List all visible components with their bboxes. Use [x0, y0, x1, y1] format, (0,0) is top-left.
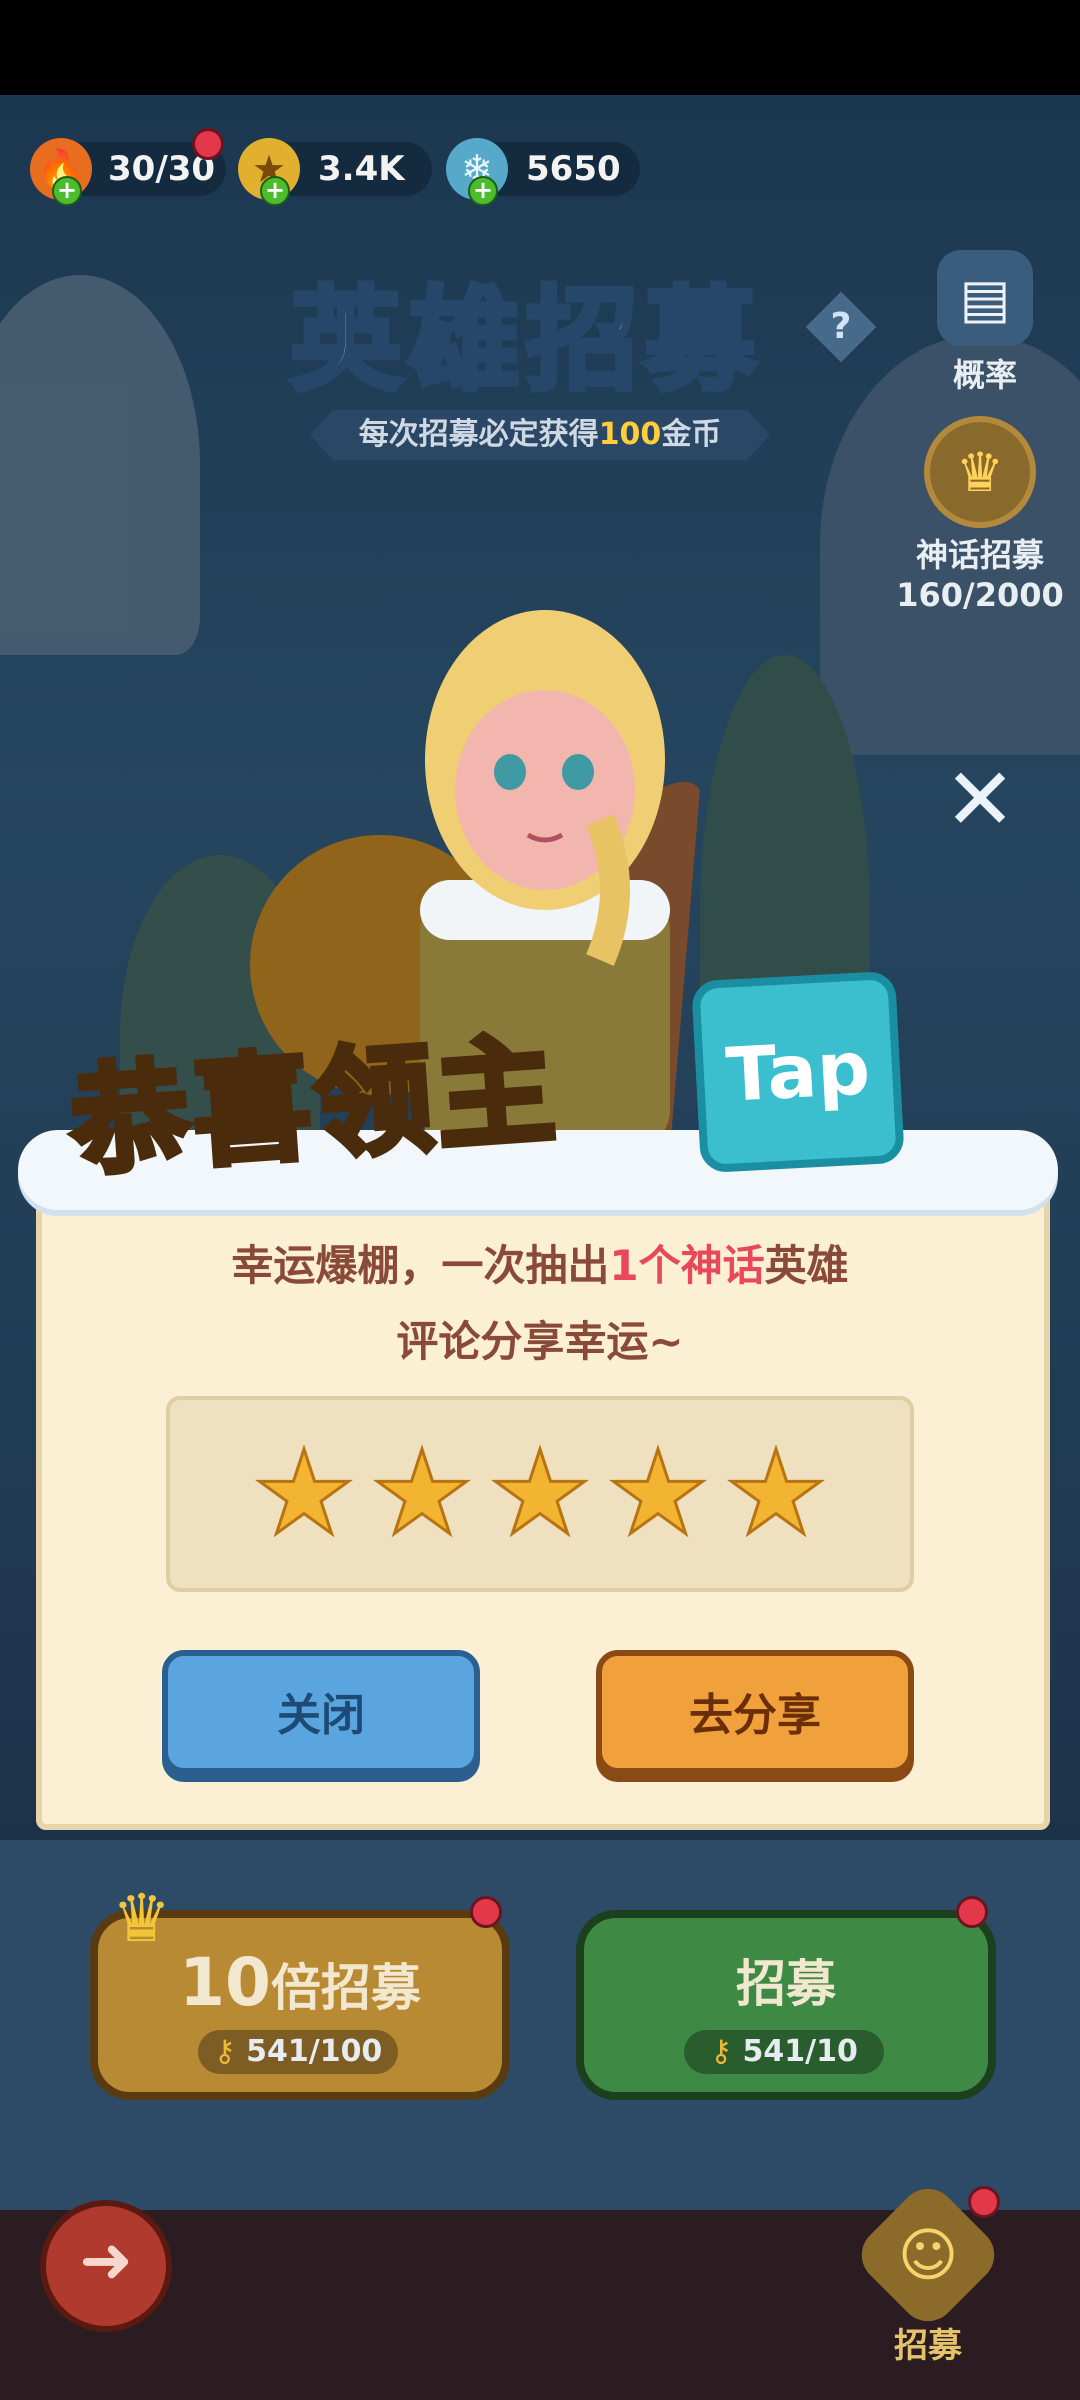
- close-button[interactable]: 关闭: [162, 1650, 480, 1774]
- myth-recruit-button[interactable]: ♛ 神话招募 160/2000: [890, 416, 1070, 614]
- notification-dot: [968, 2186, 1000, 2218]
- message-highlight: 1个神话: [609, 1241, 765, 1290]
- back-button[interactable]: ➜: [40, 2200, 172, 2332]
- subtitle-suffix: 金币: [661, 417, 722, 452]
- key-icon: ⚷: [213, 2034, 247, 2069]
- taptap-logo: Tap: [691, 970, 905, 1174]
- notification-dot: [192, 128, 224, 160]
- odds-label: 概率: [952, 356, 1017, 394]
- page-title: 英雄招募: [288, 274, 762, 409]
- single-recruit-label: 招募: [736, 1955, 836, 2013]
- ten-recruit-number: 10: [179, 1944, 271, 2021]
- share-button[interactable]: 去分享: [596, 1650, 914, 1774]
- status-bar: [0, 0, 1080, 95]
- single-recruit-button[interactable]: 招募 ⚷ 541/10: [576, 1910, 996, 2100]
- ten-recruit-cost-value: 541/100: [246, 2034, 383, 2069]
- subtitle-prefix: 每次招募必定获得: [358, 417, 599, 452]
- ten-recruit-cost: ⚷ 541/100: [198, 2030, 398, 2074]
- message-prefix: 幸运爆棚，一次抽出: [231, 1241, 610, 1290]
- document-icon: ▤: [937, 250, 1033, 346]
- notification-dot: [470, 1896, 502, 1928]
- nav-recruit-tab[interactable]: ☺ 招募: [850, 2177, 1006, 2367]
- subtitle-amount: 100: [598, 417, 662, 452]
- dialog-banner: 恭喜领主: [64, 1017, 566, 1195]
- question-icon: ?: [830, 306, 852, 347]
- gems-value: 5650: [526, 149, 621, 189]
- shield-badge-icon: ♛: [924, 416, 1036, 528]
- dialog-message-line2: 评论分享幸运~: [396, 1317, 684, 1366]
- single-recruit-cost: ⚷ 541/10: [684, 2030, 884, 2074]
- notification-dot: [956, 1896, 988, 1928]
- ten-recruit-text: 倍招募: [270, 1959, 421, 2017]
- star-icon[interactable]: ★: [369, 1434, 476, 1553]
- nav-recruit-label: 招募: [894, 2326, 962, 2366]
- star-icon[interactable]: ★: [487, 1434, 594, 1553]
- star-icon[interactable]: ★: [723, 1434, 830, 1553]
- star-rating[interactable]: ★ ★ ★ ★ ★: [166, 1396, 914, 1592]
- single-recruit-cost-value: 541/10: [742, 2034, 858, 2069]
- game-screen: 30/30 🔥 + 3.4K ★ + 5650 ❄ + 英雄招募 ? 每次招募必…: [0, 0, 1080, 2400]
- add-stamina-icon[interactable]: +: [52, 176, 82, 206]
- dialog-message: 幸运爆棚，一次抽出1个神话英雄: [0, 1232, 1080, 1293]
- add-gems-icon[interactable]: +: [468, 176, 498, 206]
- add-gold-icon[interactable]: +: [260, 176, 290, 206]
- star-icon[interactable]: ★: [251, 1434, 358, 1553]
- close-icon[interactable]: ✕: [940, 757, 1020, 843]
- star-icon[interactable]: ★: [605, 1434, 712, 1553]
- back-arrow-icon: ➜: [79, 2224, 133, 2298]
- myth-label: 神话招募: [915, 536, 1044, 574]
- message-suffix: 英雄: [764, 1241, 849, 1290]
- page-subtitle: 每次招募必定获得100金币: [310, 410, 770, 460]
- odds-button[interactable]: ▤ 概率: [920, 250, 1050, 396]
- key-icon: ⚷: [710, 2034, 743, 2069]
- myth-progress: 160/2000: [896, 576, 1064, 614]
- gold-value: 3.4K: [318, 149, 405, 189]
- crown-icon: ♛: [112, 1880, 172, 1957]
